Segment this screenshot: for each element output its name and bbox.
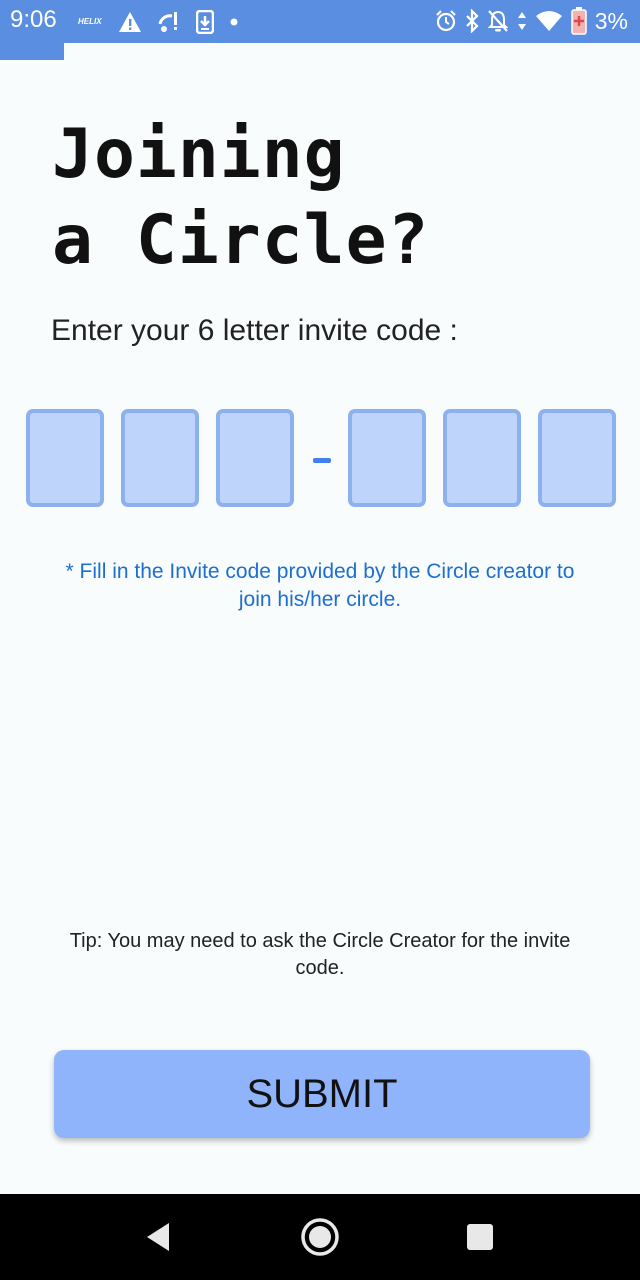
- alarm-icon: [435, 10, 456, 32]
- home-icon: [301, 1218, 339, 1256]
- page-title: Joining a Circle?: [52, 112, 429, 284]
- status-right-icons: 3%: [435, 7, 628, 35]
- invite-code-hint: * Fill in the Invite code provided by th…: [65, 560, 575, 611]
- dot-icon: [230, 18, 238, 26]
- battery-low-icon: [571, 7, 587, 35]
- status-bar: 9:06 HELIX 3%: [0, 0, 640, 43]
- recents-button[interactable]: [430, 1194, 530, 1280]
- code-box-6[interactable]: [538, 409, 616, 507]
- wifi-alert-icon: [158, 12, 177, 32]
- status-left-icons: HELIX: [78, 8, 238, 36]
- back-icon: [147, 1223, 169, 1251]
- back-button[interactable]: [108, 1194, 208, 1280]
- code-box-3[interactable]: [216, 409, 294, 507]
- warning-icon: [118, 12, 141, 32]
- recents-icon: [467, 1224, 493, 1250]
- code-separator: [313, 458, 331, 463]
- data-arrows-icon: [517, 12, 526, 30]
- invite-code-prompt: Enter your 6 letter invite code :: [51, 314, 458, 347]
- home-button[interactable]: [270, 1194, 370, 1280]
- invite-code-input: [26, 409, 616, 507]
- submit-button[interactable]: SUBMIT: [54, 1050, 590, 1138]
- status-time: 9:06: [10, 6, 57, 33]
- wifi-icon: [535, 11, 562, 31]
- tip-text: Tip: You may need to ask the Circle Crea…: [69, 930, 571, 979]
- bell-off-icon: [487, 10, 509, 32]
- code-box-2[interactable]: [121, 409, 199, 507]
- title-line-2: a Circle?: [52, 201, 430, 280]
- bluetooth-icon: [465, 9, 479, 33]
- navigation-bar: [0, 1194, 640, 1280]
- code-box-5[interactable]: [443, 409, 521, 507]
- download-icon: [195, 10, 214, 34]
- battery-percent: 3%: [594, 7, 628, 34]
- loading-indicator: [0, 43, 64, 60]
- helix-logo: HELIX: [78, 17, 102, 26]
- title-line-1: Joining: [52, 115, 346, 194]
- code-box-4[interactable]: [348, 409, 426, 507]
- code-box-1[interactable]: [26, 409, 104, 507]
